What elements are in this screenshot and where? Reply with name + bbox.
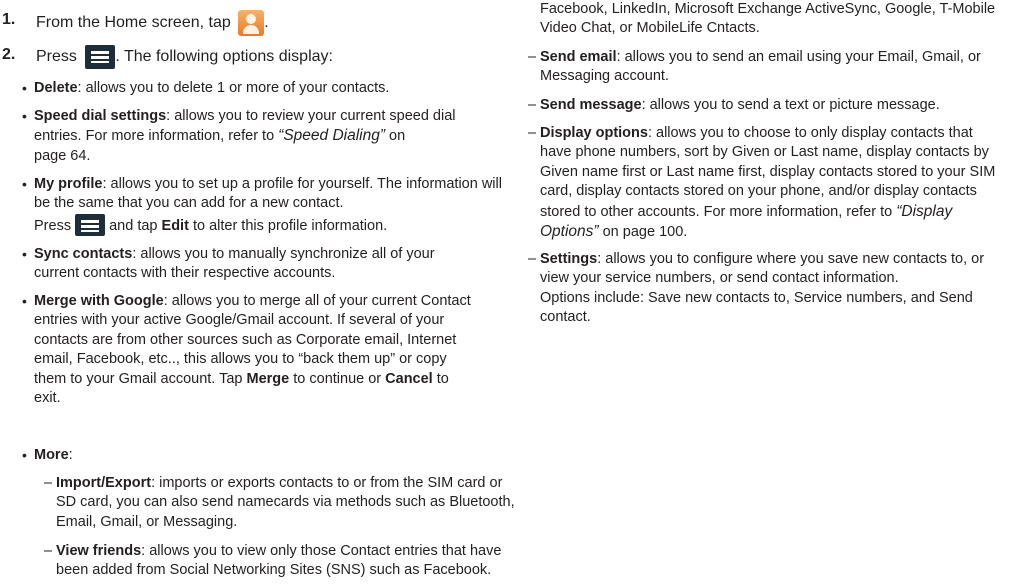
continued-text: Facebook, LinkedIn, Microsoft Exchange A… bbox=[540, 1, 996, 37]
list-item-merge-google: Merge with Google: allows you to merge a… bbox=[22, 292, 492, 408]
step-number: 1. bbox=[2, 11, 16, 28]
list-item-sync-contacts: Sync contacts: allows you to manually sy… bbox=[22, 245, 492, 284]
sub-item-settings: Settings: allows you to configure where … bbox=[528, 250, 992, 328]
step-text: From the Home screen, tap bbox=[36, 14, 231, 32]
cross-reference: “Display bbox=[896, 202, 953, 220]
step-text: Press bbox=[36, 48, 77, 66]
sub-item-import-export: Import/Export: imports or exports contac… bbox=[44, 474, 515, 532]
cross-reference: Options” bbox=[540, 223, 599, 241]
sub-item-display-options: Display options: allows you to choose to… bbox=[528, 124, 995, 242]
sub-item-send-email: Send email: allows you to send an email … bbox=[528, 48, 992, 87]
step-1: 1. From the Home screen, tap . bbox=[2, 10, 269, 36]
sub-item-send-message: Send message: allows you to send a text … bbox=[528, 96, 992, 116]
step-number: 2. bbox=[2, 46, 16, 63]
list-item-speed-dial: Speed dial settings: allows you to revie… bbox=[22, 107, 492, 166]
contacts-app-icon bbox=[238, 10, 265, 36]
step-2: 2. Press . The following options display… bbox=[2, 45, 333, 69]
menu-key-icon bbox=[75, 213, 106, 236]
list-item-delete: Delete: allows you to delete 1 or more o… bbox=[22, 79, 492, 99]
menu-key-icon bbox=[85, 45, 116, 69]
list-item-more: More: bbox=[22, 446, 492, 466]
cross-reference: “Speed Dialing” bbox=[278, 127, 386, 145]
sub-item-view-friends: View friends: allows you to view only th… bbox=[44, 542, 501, 581]
list-item-my-profile: My profile: allows you to set up a profi… bbox=[22, 175, 502, 236]
